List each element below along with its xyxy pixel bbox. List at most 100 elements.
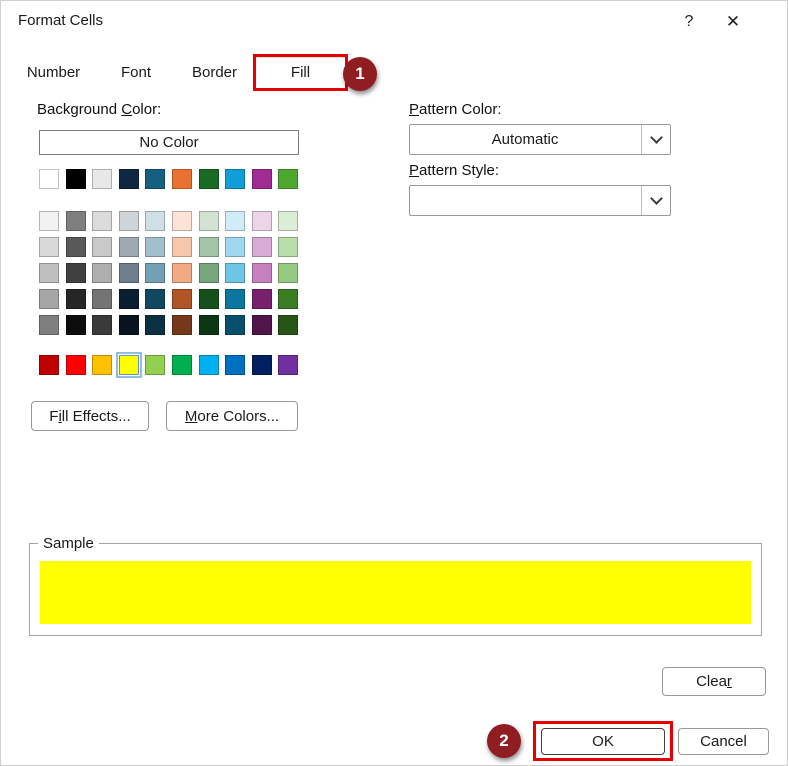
chevron-down-icon[interactable] <box>641 125 670 154</box>
color-swatch[interactable] <box>39 289 59 309</box>
color-swatch[interactable] <box>39 355 59 375</box>
color-swatch[interactable] <box>225 263 245 283</box>
label-text: attern Color: <box>419 101 502 118</box>
tab-fill[interactable]: Fill <box>253 57 348 88</box>
color-swatch[interactable] <box>92 237 112 257</box>
color-swatch[interactable] <box>145 315 165 335</box>
color-swatch[interactable] <box>199 211 219 231</box>
pattern-style-dropdown[interactable] <box>409 185 671 216</box>
color-swatch[interactable] <box>145 289 165 309</box>
color-swatch[interactable] <box>66 237 86 257</box>
label-text: Background <box>37 101 121 118</box>
color-swatch[interactable] <box>39 263 59 283</box>
color-swatch[interactable] <box>66 355 86 375</box>
color-swatch[interactable] <box>225 315 245 335</box>
color-swatch[interactable] <box>119 211 139 231</box>
color-swatch[interactable] <box>92 355 112 375</box>
color-swatch[interactable] <box>172 355 192 375</box>
standard-color-row <box>39 355 298 375</box>
tint-color-row <box>39 315 298 335</box>
color-swatch[interactable] <box>119 315 139 335</box>
color-swatch[interactable] <box>252 289 272 309</box>
color-swatch[interactable] <box>39 211 59 231</box>
chevron-glyph <box>650 192 663 205</box>
color-swatch[interactable] <box>119 169 139 189</box>
color-swatch[interactable] <box>252 211 272 231</box>
color-swatch[interactable] <box>172 169 192 189</box>
tint-color-row <box>39 263 298 283</box>
chevron-down-icon[interactable] <box>641 186 670 215</box>
background-color-label: Background Color: <box>37 101 161 118</box>
color-swatch[interactable] <box>225 211 245 231</box>
color-swatch[interactable] <box>172 289 192 309</box>
color-swatch[interactable] <box>39 169 59 189</box>
color-swatch[interactable] <box>172 263 192 283</box>
color-swatch[interactable] <box>39 315 59 335</box>
color-swatch[interactable] <box>66 315 86 335</box>
color-swatch[interactable] <box>199 169 219 189</box>
color-swatch[interactable] <box>119 355 139 375</box>
fill-effects-button[interactable]: Fill Effects... <box>31 401 149 431</box>
color-swatch[interactable] <box>145 355 165 375</box>
color-swatch[interactable] <box>199 355 219 375</box>
pattern-color-dropdown[interactable]: Automatic <box>409 124 671 155</box>
color-swatch[interactable] <box>278 211 298 231</box>
label-text: attern Style: <box>419 162 499 179</box>
cancel-button[interactable]: Cancel <box>678 728 769 755</box>
help-icon[interactable]: ? <box>673 7 705 37</box>
color-swatch[interactable] <box>199 289 219 309</box>
color-swatch[interactable] <box>145 211 165 231</box>
color-swatch[interactable] <box>92 315 112 335</box>
tab-number[interactable]: Number <box>11 57 96 88</box>
color-swatch[interactable] <box>119 237 139 257</box>
color-swatch[interactable] <box>278 237 298 257</box>
color-swatch[interactable] <box>278 169 298 189</box>
color-swatch[interactable] <box>252 169 272 189</box>
color-swatch[interactable] <box>119 263 139 283</box>
sample-fill <box>40 561 751 624</box>
pattern-color-value: Automatic <box>410 125 640 154</box>
ok-button[interactable]: OK <box>541 728 665 755</box>
color-swatch[interactable] <box>278 289 298 309</box>
color-swatch[interactable] <box>225 289 245 309</box>
color-swatch[interactable] <box>92 289 112 309</box>
color-swatch[interactable] <box>92 211 112 231</box>
color-swatch[interactable] <box>145 263 165 283</box>
more-colors-button[interactable]: More Colors... <box>166 401 298 431</box>
color-swatch[interactable] <box>252 263 272 283</box>
color-swatch[interactable] <box>225 169 245 189</box>
color-swatch[interactable] <box>225 237 245 257</box>
color-swatch[interactable] <box>119 289 139 309</box>
pattern-style-value <box>410 186 640 215</box>
color-swatch[interactable] <box>66 289 86 309</box>
color-swatch[interactable] <box>252 315 272 335</box>
color-swatch[interactable] <box>66 169 86 189</box>
color-swatch[interactable] <box>66 211 86 231</box>
color-swatch[interactable] <box>199 263 219 283</box>
color-swatch[interactable] <box>172 315 192 335</box>
color-swatch[interactable] <box>66 263 86 283</box>
color-swatch[interactable] <box>199 315 219 335</box>
color-swatch[interactable] <box>199 237 219 257</box>
color-swatch[interactable] <box>278 355 298 375</box>
no-color-button[interactable]: No Color <box>39 130 299 155</box>
tab-border[interactable]: Border <box>176 57 253 88</box>
pattern-color-label: Pattern Color: <box>409 101 502 118</box>
color-swatch[interactable] <box>92 169 112 189</box>
clear-button[interactable]: Clear <box>662 667 766 696</box>
color-swatch[interactable] <box>252 355 272 375</box>
tab-font[interactable]: Font <box>96 57 176 88</box>
color-swatch[interactable] <box>278 315 298 335</box>
color-swatch[interactable] <box>145 169 165 189</box>
label-text: Clea <box>696 673 727 690</box>
color-swatch[interactable] <box>225 355 245 375</box>
color-swatch[interactable] <box>172 237 192 257</box>
color-swatch[interactable] <box>145 237 165 257</box>
close-icon[interactable]: ✕ <box>717 7 749 37</box>
color-swatch[interactable] <box>92 263 112 283</box>
color-swatch[interactable] <box>278 263 298 283</box>
color-swatch[interactable] <box>252 237 272 257</box>
color-swatch[interactable] <box>39 237 59 257</box>
color-swatch[interactable] <box>172 211 192 231</box>
pattern-style-label: Pattern Style: <box>409 162 499 179</box>
